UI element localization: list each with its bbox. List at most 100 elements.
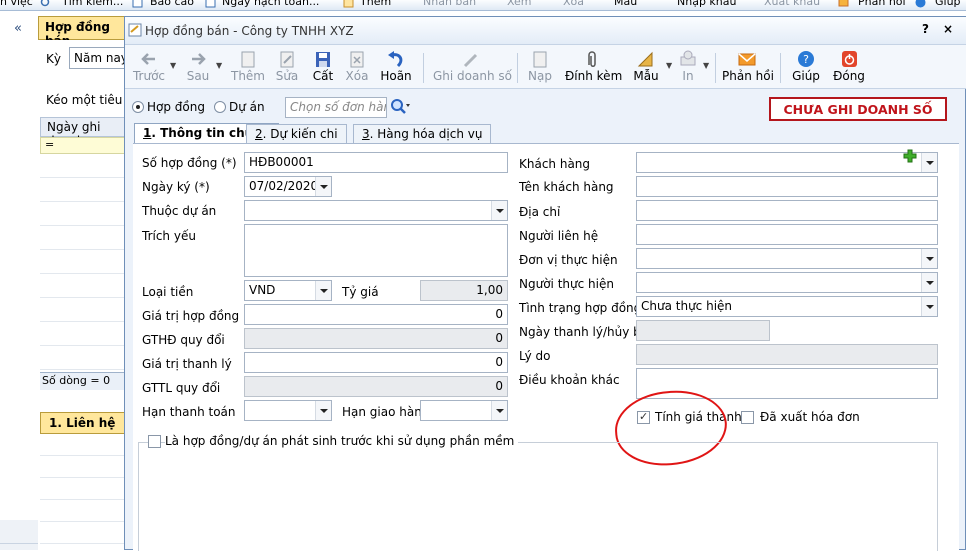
prev-dropdown-icon[interactable]: ▼ bbox=[170, 61, 176, 70]
contract-icon bbox=[128, 23, 142, 37]
help-icon: ? bbox=[798, 51, 814, 67]
tab-goods-services[interactable]: 3. Hàng hóa dịch vụ bbox=[353, 124, 492, 144]
top-item-help[interactable]: Giúp bbox=[935, 0, 961, 8]
customer-name-label: Tên khách hàng bbox=[519, 180, 614, 194]
template-dropdown-icon[interactable]: ▼ bbox=[666, 61, 672, 70]
top-item-template[interactable]: Mẫu bbox=[614, 0, 637, 8]
summary-textarea[interactable] bbox=[244, 224, 508, 277]
top-item-import[interactable]: Nhập khẩu bbox=[677, 0, 736, 8]
period-select[interactable]: Năm nay bbox=[69, 47, 129, 69]
contract-status-select[interactable]: Chưa thực hiện bbox=[636, 296, 938, 317]
sign-date-input[interactable]: 07/02/2020 bbox=[244, 176, 332, 197]
radio-project-label: Dự án bbox=[229, 100, 265, 114]
unit-dropdown-icon[interactable] bbox=[921, 249, 937, 268]
terms-label: Điều khoản khác bbox=[519, 373, 620, 387]
prior-contract-checkbox[interactable] bbox=[148, 435, 161, 448]
address-input[interactable] bbox=[636, 200, 938, 221]
contract-value-input[interactable]: 0 bbox=[244, 304, 508, 325]
contract-value-conv-input: 0 bbox=[244, 328, 508, 349]
pay-deadline-dropdown-icon[interactable] bbox=[315, 401, 331, 420]
toolbar-separator bbox=[780, 53, 781, 83]
liquidation-input[interactable]: 0 bbox=[244, 352, 508, 373]
contract-value-label: Giá trị hợp đồng bbox=[142, 309, 240, 323]
contact-label: Người liên hệ bbox=[519, 229, 599, 243]
radio-project[interactable] bbox=[214, 101, 226, 113]
top-item-report[interactable]: Báo cáo bbox=[150, 0, 194, 8]
top-item-add[interactable]: Thêm bbox=[360, 0, 391, 8]
save-button[interactable]: Cất bbox=[309, 47, 337, 87]
collapse-chevron-icon[interactable]: « bbox=[14, 21, 22, 36]
liq-date-input bbox=[636, 320, 770, 341]
top-item-view[interactable]: Xem bbox=[507, 0, 532, 8]
address-label: Địa chỉ bbox=[519, 205, 561, 219]
toolbar-separator bbox=[423, 53, 424, 83]
close-button[interactable]: Đóng bbox=[831, 47, 867, 87]
add-button[interactable]: Thêm bbox=[229, 47, 267, 87]
customer-name-input[interactable] bbox=[636, 176, 938, 197]
tab-contacts[interactable]: 1. Liên hệ bbox=[40, 412, 125, 434]
executor-dropdown-icon[interactable] bbox=[921, 273, 937, 292]
print-dropdown-icon[interactable]: ▼ bbox=[703, 61, 709, 70]
unit-label: Đơn vị thực hiện bbox=[519, 253, 618, 267]
period-label: Kỳ bbox=[46, 52, 61, 66]
top-item-delete[interactable]: Xóa bbox=[563, 0, 584, 8]
customer-input[interactable] bbox=[636, 152, 938, 173]
calendar-icon bbox=[205, 0, 216, 8]
delivery-deadline-dropdown-icon[interactable] bbox=[491, 401, 507, 420]
currency-select[interactable]: VND bbox=[244, 280, 332, 301]
pay-deadline-input[interactable] bbox=[244, 400, 332, 421]
background-tab-sales-contract[interactable]: Hợp đồng bán bbox=[38, 16, 125, 48]
contract-no-input[interactable]: HĐB00001 bbox=[244, 152, 508, 173]
currency-label: Loại tiền bbox=[142, 285, 194, 299]
contract-value-conv-label: GTHĐ quy đổi bbox=[142, 333, 225, 347]
customer-dropdown-icon[interactable] bbox=[921, 153, 937, 172]
report-icon bbox=[132, 0, 143, 8]
rate-input[interactable]: 1,00 bbox=[420, 280, 508, 301]
prior-contract-groupbox bbox=[138, 442, 938, 551]
currency-dropdown-icon[interactable] bbox=[315, 281, 331, 300]
edit-button[interactable]: Sửa bbox=[272, 47, 302, 87]
help-button[interactable]: ? Giúp bbox=[789, 47, 823, 87]
top-item-duplicate[interactable]: Nhân bản bbox=[423, 0, 476, 8]
project-select[interactable] bbox=[244, 200, 508, 221]
reload-button[interactable]: Nạp bbox=[525, 47, 555, 87]
undo-button[interactable]: Hoãn bbox=[379, 47, 413, 87]
reason-input bbox=[636, 344, 938, 365]
add-customer-icon[interactable] bbox=[903, 149, 917, 163]
top-item-viec[interactable]: n việc bbox=[0, 0, 33, 8]
contract-status-dropdown-icon[interactable] bbox=[921, 297, 937, 316]
top-item-feedback[interactable]: Phản hồi bbox=[858, 0, 906, 8]
filter-row[interactable]: = bbox=[40, 137, 125, 154]
dialog-help-button[interactable]: ? bbox=[922, 22, 929, 36]
print-button[interactable]: In bbox=[675, 47, 701, 87]
project-dropdown-icon[interactable] bbox=[491, 201, 507, 220]
sign-date-label: Ngày ký (*) bbox=[142, 180, 210, 194]
tab-expected-costs[interactable]: 2. Dự kiến chi bbox=[246, 124, 347, 144]
top-item-search[interactable]: Tìm kiếm... bbox=[62, 0, 123, 8]
top-item-posting-date[interactable]: Ngày hạch toán... bbox=[222, 0, 319, 8]
template-button[interactable]: Mẫu bbox=[631, 47, 661, 87]
next-dropdown-icon[interactable]: ▼ bbox=[216, 61, 222, 70]
contact-input[interactable] bbox=[636, 224, 938, 245]
dialog-close-button[interactable]: × bbox=[943, 22, 953, 36]
feedback-button[interactable]: Phản hồi bbox=[722, 47, 774, 87]
unit-select[interactable] bbox=[636, 248, 938, 269]
attach-button[interactable]: Đính kèm bbox=[565, 47, 622, 87]
help-icon bbox=[915, 0, 926, 8]
prev-button[interactable]: Trước bbox=[131, 47, 167, 87]
envelope-icon bbox=[838, 0, 849, 7]
column-header[interactable]: Ngày ghi doanh bbox=[40, 117, 125, 148]
search-icon bbox=[391, 99, 410, 114]
delivery-deadline-input[interactable] bbox=[420, 400, 508, 421]
top-item-export[interactable]: Xuất khẩu bbox=[764, 0, 820, 8]
delete-button[interactable]: Xóa bbox=[343, 47, 371, 87]
order-search-input[interactable]: Chọn số đơn hàng bbox=[285, 97, 387, 118]
next-button[interactable]: Sau bbox=[183, 47, 213, 87]
invoiced-checkbox[interactable] bbox=[741, 411, 754, 424]
invoiced-label: Đã xuất hóa đơn bbox=[760, 410, 860, 424]
date-dropdown-icon[interactable] bbox=[315, 177, 331, 196]
executor-select[interactable] bbox=[636, 272, 938, 293]
order-search-button[interactable] bbox=[389, 97, 411, 116]
radio-contract[interactable] bbox=[132, 101, 144, 113]
record-sales-button[interactable]: Ghi doanh số bbox=[433, 47, 512, 87]
